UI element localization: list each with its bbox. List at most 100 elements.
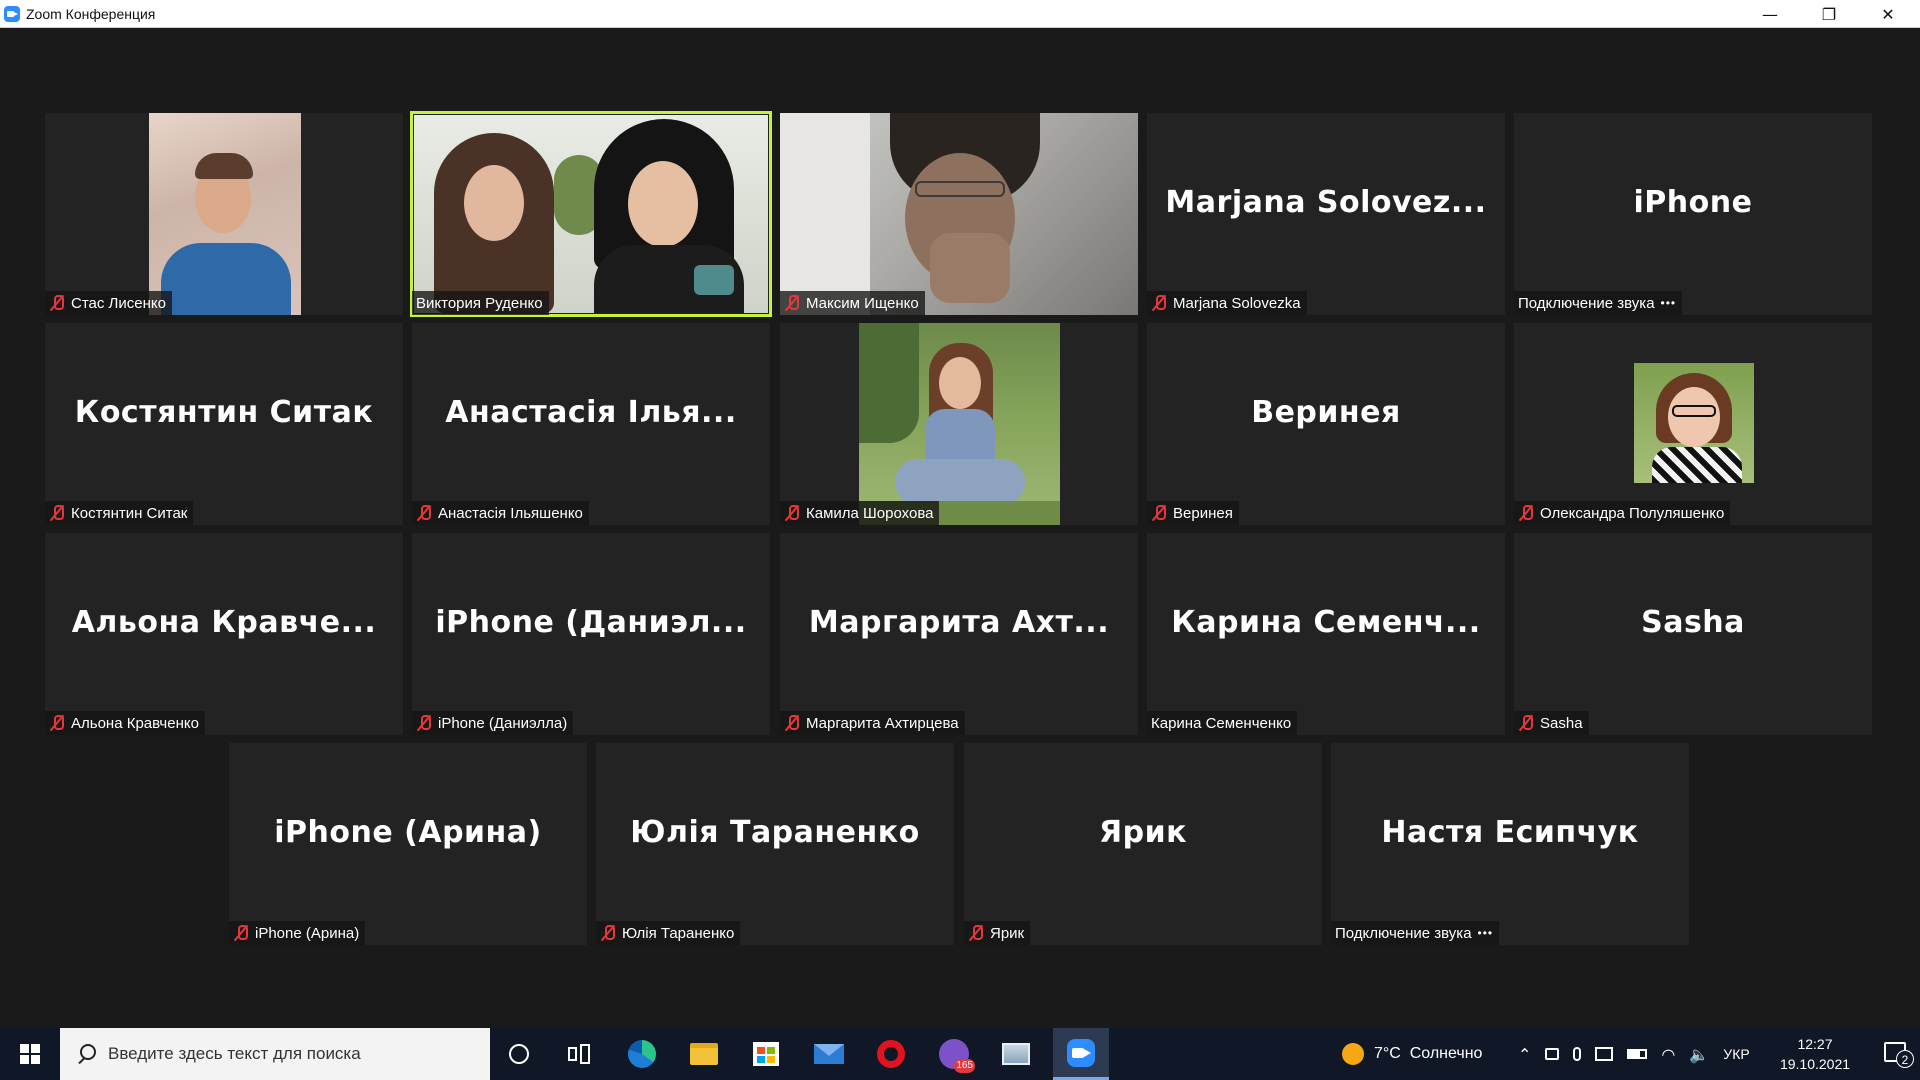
participant-name-label: Подключение звука ••• bbox=[1514, 291, 1683, 315]
face-shape bbox=[1668, 387, 1720, 447]
participant-tile-active-speaker[interactable]: Виктория Руденко bbox=[410, 111, 772, 317]
pattern-shape bbox=[694, 265, 734, 295]
participant-tile[interactable]: Веринея Веринея bbox=[1147, 323, 1505, 525]
participant-name-label: Максим Ищенко bbox=[780, 291, 925, 315]
start-button[interactable] bbox=[0, 1028, 60, 1080]
participant-name-label: Юлія Тараненко bbox=[596, 921, 741, 945]
participant-tile[interactable]: Максим Ищенко bbox=[780, 113, 1138, 315]
weather-widget[interactable]: 7°C Солнечно bbox=[1342, 1028, 1482, 1080]
restore-button[interactable]: ❐ bbox=[1801, 0, 1857, 28]
hand-shape bbox=[930, 233, 1010, 303]
glasses-shape bbox=[915, 181, 1005, 197]
participant-display-name: Sasha bbox=[1641, 605, 1745, 640]
weather-text: 7°C Солнечно bbox=[1374, 1045, 1483, 1062]
participant-name-label: Альона Кравченко bbox=[45, 711, 205, 735]
participant-name-label: iPhone (Арина) bbox=[229, 921, 366, 945]
participant-tile[interactable]: Альона Кравче... Альона Кравченко bbox=[45, 533, 403, 735]
loading-dots-icon: ••• bbox=[1477, 926, 1494, 940]
mic-muted-icon bbox=[416, 714, 432, 732]
zoom-icon[interactable] bbox=[1053, 1028, 1109, 1080]
loading-dots-icon: ••• bbox=[1660, 296, 1677, 310]
task-view-icon[interactable] bbox=[554, 1028, 604, 1080]
participant-tile[interactable]: Маргарита Ахт... Маргарита Ахтирцева bbox=[780, 533, 1138, 735]
shirt-shape bbox=[925, 409, 995, 465]
participant-name: Ярик bbox=[990, 924, 1025, 942]
taskbar-search-box[interactable]: Введите здесь текст для поиска bbox=[60, 1028, 490, 1080]
minimize-button[interactable]: — bbox=[1742, 0, 1798, 28]
participant-name: Стас Лисенко bbox=[71, 294, 166, 312]
connecting-audio-status: Подключение звука bbox=[1335, 924, 1472, 942]
mic-muted-icon bbox=[600, 924, 616, 942]
participant-name: Виктория Руденко bbox=[416, 294, 543, 312]
viber-icon[interactable]: 165 bbox=[929, 1028, 979, 1080]
file-explorer-icon[interactable] bbox=[679, 1028, 729, 1080]
mail-icon[interactable] bbox=[804, 1028, 854, 1080]
participant-tile[interactable]: Карина Семенч... Карина Семенченко bbox=[1147, 533, 1505, 735]
participant-tile[interactable]: iPhone (Даниэл... iPhone (Даниэлла) bbox=[412, 533, 770, 735]
language-indicator[interactable]: УКР bbox=[1723, 1046, 1749, 1062]
opera-icon[interactable] bbox=[866, 1028, 916, 1080]
volume-icon[interactable]: 🔈 bbox=[1689, 1045, 1709, 1064]
mic-muted-icon bbox=[968, 924, 984, 942]
participant-display-name: Карина Семенч... bbox=[1171, 605, 1481, 640]
participant-name-label: Олександра Полуляшенко bbox=[1514, 501, 1731, 525]
participant-name: Альона Кравченко bbox=[71, 714, 199, 732]
participant-video bbox=[859, 323, 1060, 525]
participant-name: iPhone (Арина) bbox=[255, 924, 360, 942]
sun-icon bbox=[1342, 1043, 1364, 1065]
chevron-up-icon[interactable]: ⌃ bbox=[1518, 1045, 1531, 1064]
cortana-icon[interactable] bbox=[494, 1028, 544, 1080]
participant-display-name: Маргарита Ахт... bbox=[808, 605, 1110, 640]
participant-name-label: Ярик bbox=[964, 921, 1031, 945]
windows-logo-icon bbox=[20, 1044, 40, 1064]
zoom-app-icon bbox=[4, 6, 20, 22]
participant-tile[interactable]: Sasha Sasha bbox=[1514, 533, 1872, 735]
participant-display-name: Настя Есипчук bbox=[1381, 815, 1639, 850]
participant-name: Маргарита Ахтирцева bbox=[806, 714, 959, 732]
participant-tile[interactable]: Олександра Полуляшенко bbox=[1514, 323, 1872, 525]
participant-tile[interactable]: iPhone (Арина) iPhone (Арина) bbox=[229, 743, 587, 945]
close-button[interactable]: ✕ bbox=[1860, 0, 1916, 28]
photos-icon[interactable] bbox=[991, 1028, 1041, 1080]
edge-icon[interactable] bbox=[617, 1028, 667, 1080]
microphone-icon[interactable] bbox=[1573, 1047, 1582, 1061]
participant-display-name: iPhone bbox=[1633, 185, 1753, 220]
participant-name-label: iPhone (Даниэлла) bbox=[412, 711, 574, 735]
notifications-count: 2 bbox=[1896, 1050, 1914, 1068]
battery-icon[interactable] bbox=[1627, 1049, 1648, 1059]
participant-name-label: Карина Семенченко bbox=[1147, 711, 1298, 735]
clock-time: 12:27 bbox=[1797, 1036, 1833, 1052]
participant-display-name: iPhone (Арина) bbox=[274, 815, 542, 850]
store-icon[interactable] bbox=[741, 1028, 791, 1080]
participant-tile[interactable]: Анастасія Ілья... Анастасія Ільяшенко bbox=[412, 323, 770, 525]
participant-display-name: Юлія Тараненко bbox=[630, 815, 920, 850]
mic-muted-icon bbox=[1518, 714, 1534, 732]
taskbar-clock[interactable]: 12:27 19.10.2021 bbox=[1770, 1034, 1860, 1074]
participant-tile[interactable]: Костянтин Ситак Костянтин Ситак bbox=[45, 323, 403, 525]
participant-tile[interactable]: Ярик Ярик bbox=[964, 743, 1322, 945]
window-light-shape bbox=[780, 113, 870, 315]
participant-tile[interactable]: Камила Шорохова bbox=[780, 323, 1138, 525]
participant-name-label: Стас Лисенко bbox=[45, 291, 172, 315]
meet-now-icon[interactable] bbox=[1545, 1048, 1560, 1060]
participant-tile[interactable]: Стас Лисенко bbox=[45, 113, 403, 315]
gallery-view: Стас Лисенко Виктория Руденко Максим Ище… bbox=[0, 28, 1920, 1028]
face-shape bbox=[628, 161, 698, 247]
connecting-audio-status: Подключение звука bbox=[1518, 294, 1655, 312]
participant-video bbox=[414, 115, 768, 313]
jeans-shape bbox=[895, 459, 1025, 505]
participant-name: Marjana Solovezka bbox=[1173, 294, 1301, 312]
participant-tile[interactable]: Юлія Тараненко Юлія Тараненко bbox=[596, 743, 954, 945]
mic-muted-icon bbox=[49, 294, 65, 312]
wifi-icon[interactable]: ◠ bbox=[1661, 1045, 1675, 1064]
participant-tile[interactable]: iPhone Подключение звука ••• bbox=[1514, 113, 1872, 315]
participant-name-label: Подключение звука ••• bbox=[1331, 921, 1500, 945]
mic-muted-icon bbox=[784, 714, 800, 732]
participant-tile[interactable]: Настя Есипчук Подключение звука ••• bbox=[1331, 743, 1689, 945]
tree-shape bbox=[859, 323, 919, 443]
mic-muted-icon bbox=[49, 504, 65, 522]
participant-name: Костянтин Ситак bbox=[71, 504, 188, 522]
mic-muted-icon bbox=[1151, 504, 1167, 522]
screen-share-icon[interactable] bbox=[1595, 1047, 1614, 1061]
participant-tile[interactable]: Marjana Solovez... Marjana Solovezka bbox=[1147, 113, 1505, 315]
